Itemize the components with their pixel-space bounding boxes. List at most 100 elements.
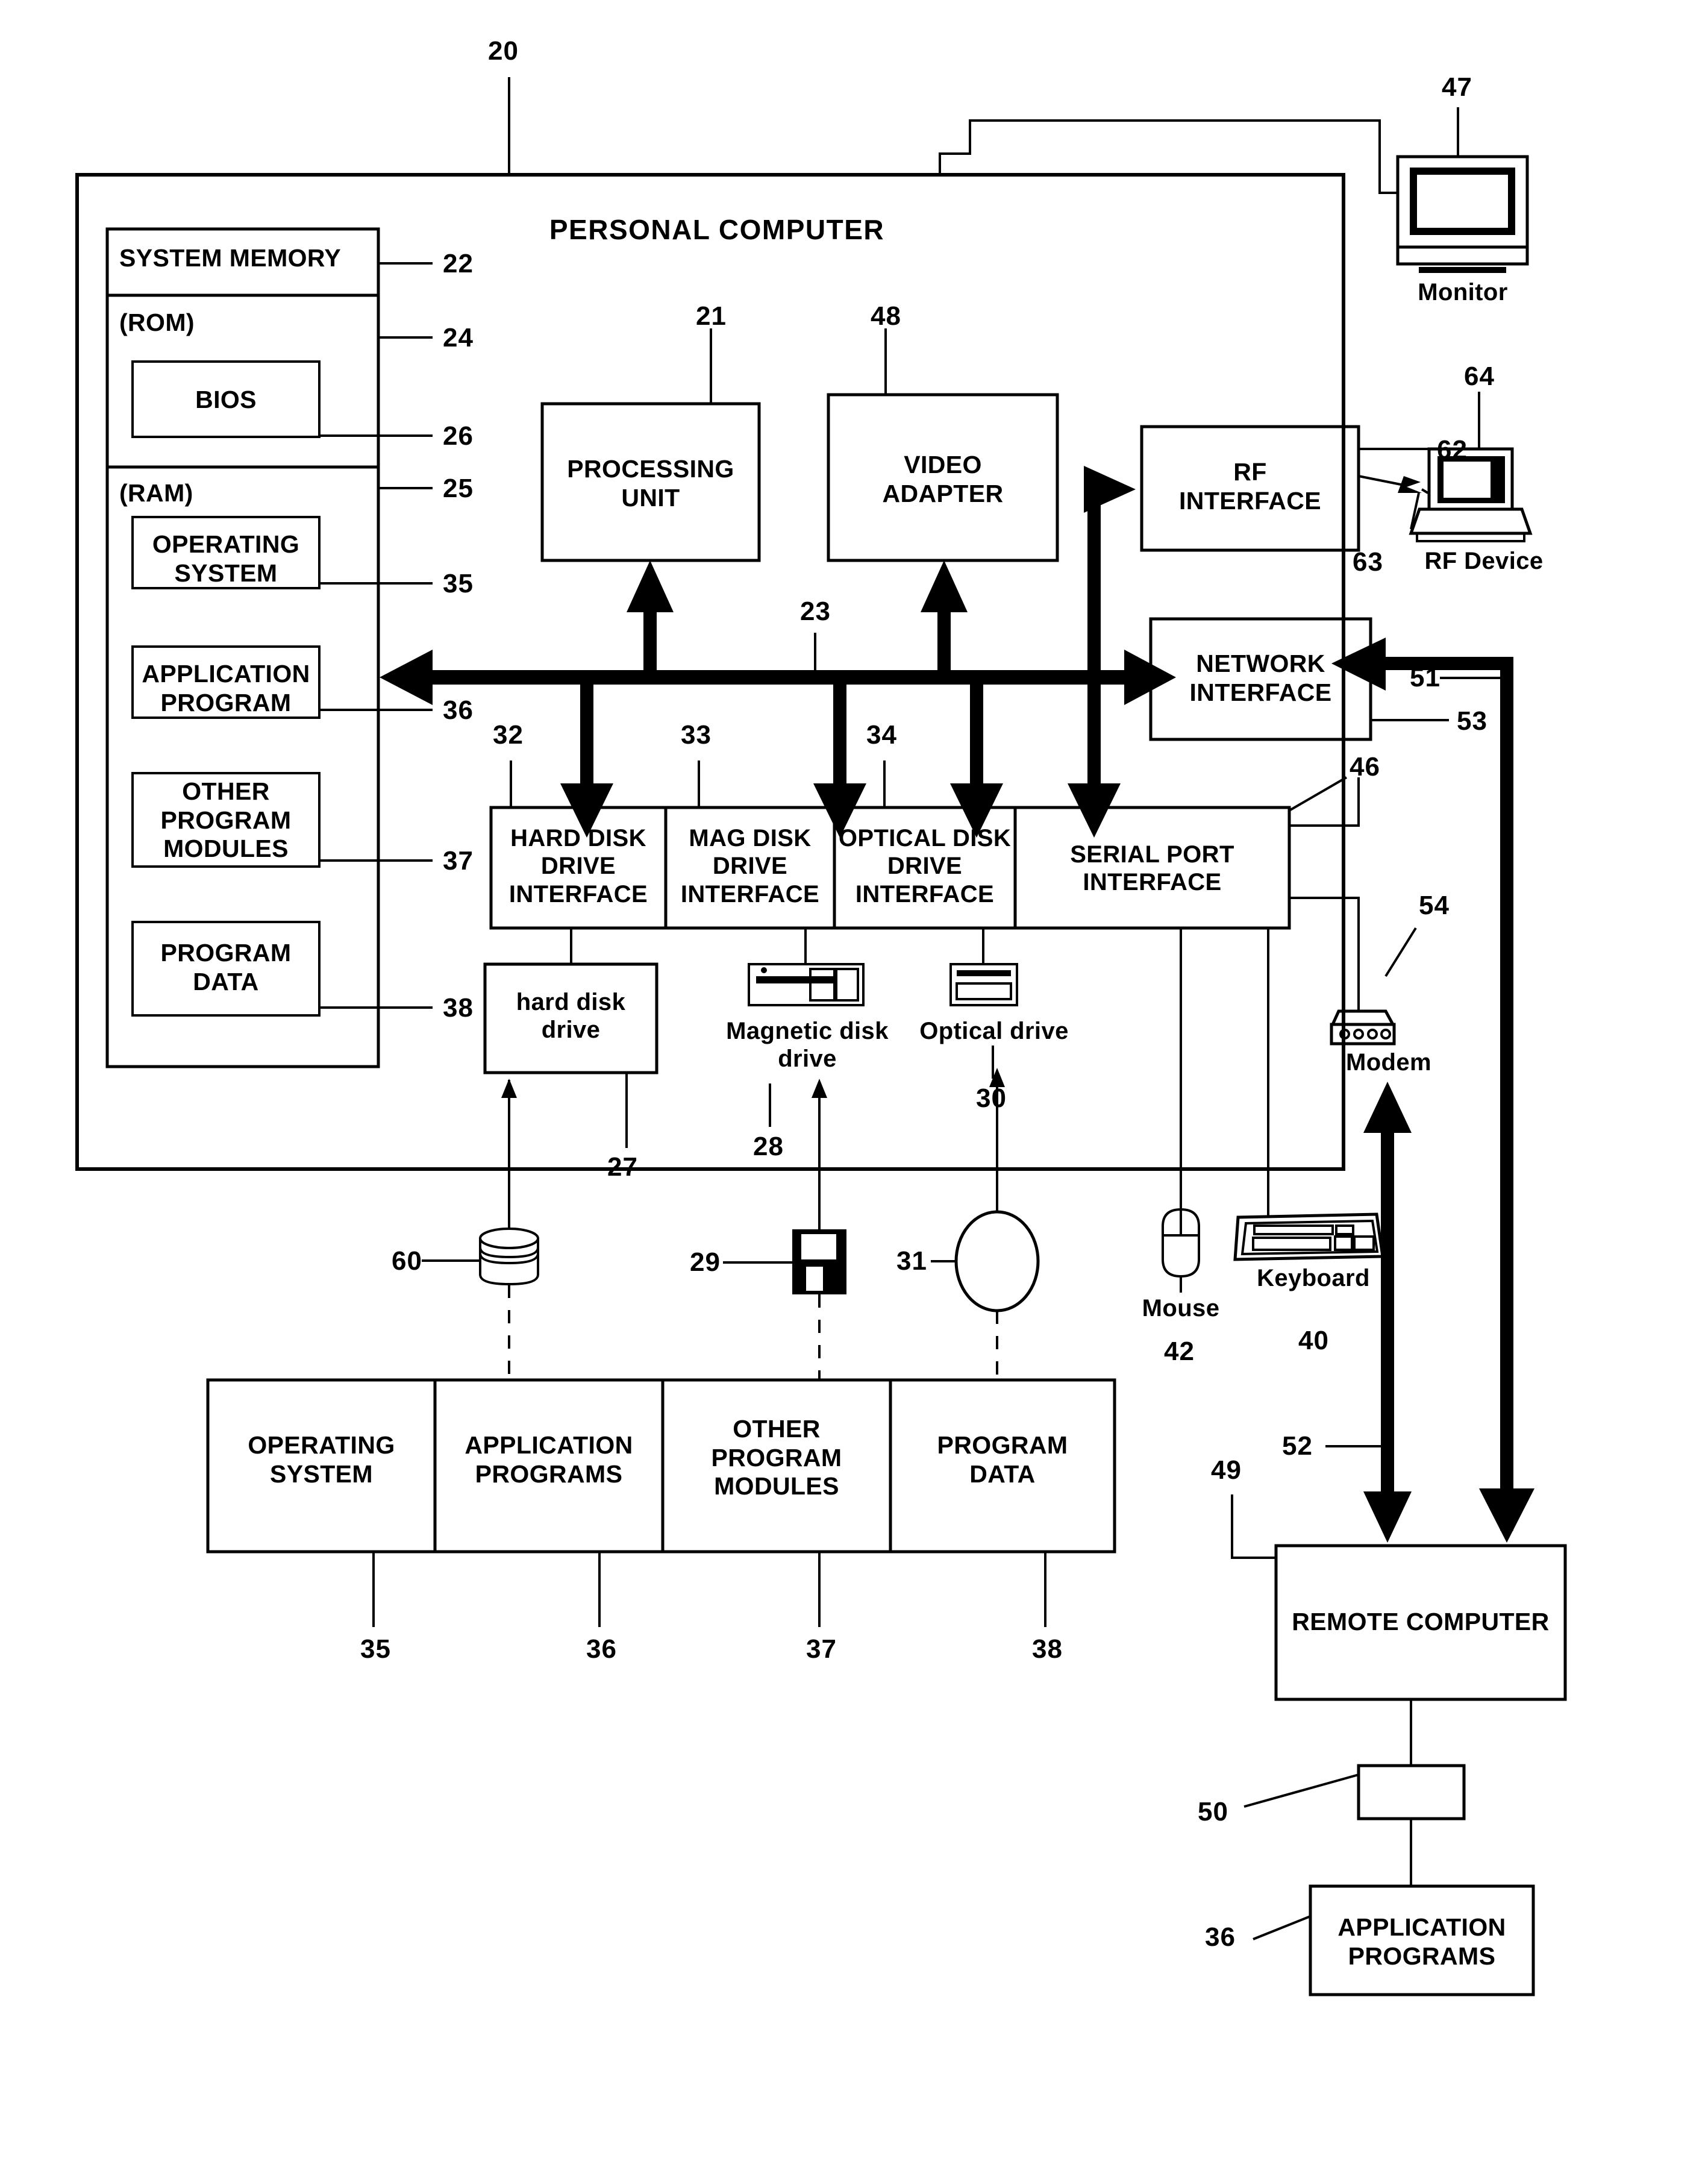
serial-to-outer [1289, 777, 1360, 827]
rf-link-lightning [1358, 475, 1429, 530]
hard-disk-drive-label: hard disk drive [516, 989, 626, 1044]
remote-computer-label: REMOTE COMPUTER [1292, 1608, 1550, 1635]
system-bus [380, 650, 1176, 705]
magnetic-disk-drive-icon [748, 963, 865, 1006]
mag-disk-interface-label: MAG DISK DRIVE INTERFACE [680, 825, 820, 908]
monitor-icon [1396, 155, 1529, 273]
ref-lead-46 [1288, 776, 1348, 812]
rom-label: (ROM) [119, 309, 195, 336]
modem-icon [1330, 1009, 1396, 1046]
bus-branch-hdd [560, 677, 613, 838]
ref-lead-50 [1243, 1773, 1359, 1808]
system-memory-label: SYSTEM MEMORY [119, 244, 342, 272]
ref-number-36-remote: 36 [1205, 1922, 1236, 1952]
hard-disk-interface-label: HARD DISK DRIVE INTERFACE [508, 825, 648, 908]
ref-number-28: 28 [753, 1132, 784, 1161]
rf-device-label: RF Device [1424, 548, 1544, 574]
ref-number-36-storage: 36 [586, 1634, 617, 1664]
storage-block-label-1: APPLICATION PROGRAMS [465, 1431, 633, 1488]
bus-branch-serialport [1068, 685, 1121, 838]
bios-label: BIOS [195, 386, 257, 413]
ref-lead-49 [1231, 1494, 1276, 1559]
bus-branch-cpu [627, 560, 674, 677]
hdd-media-arrowhead [501, 1079, 517, 1098]
ref-number-24: 24 [443, 323, 474, 353]
ref-number-26: 26 [443, 421, 474, 451]
storage-block-label-0: OPERATING SYSTEM [248, 1431, 395, 1488]
ref-number-35-storage: 35 [360, 1634, 391, 1664]
bus-branch-network [1087, 670, 1101, 682]
magnetic-disk-drive-label: Magnetic disk drive [726, 1018, 889, 1073]
processing-unit-label: PROCESSING UNIT [567, 455, 734, 512]
storage-block-label-2: OTHER PROGRAM MODULES [711, 1415, 842, 1500]
rf-interface-label: RF INTERFACE [1179, 458, 1321, 515]
video-adapter-label: VIDEO ADAPTER [882, 451, 1004, 507]
mouse-icon [1162, 1208, 1200, 1293]
ref-number-23: 23 [800, 597, 831, 626]
ref-lead-remote-36 [1253, 1915, 1311, 1940]
ref-number-37-mem: 37 [443, 846, 474, 876]
remote-apps-label: APPLICATION PROGRAMS [1337, 1913, 1506, 1970]
optical-disk-interface-label: OPTICAL DISK DRIVE INTERFACE [838, 825, 1012, 908]
ref-number-29: 29 [690, 1247, 721, 1277]
serial-port-interface-label: SERIAL PORT INTERFACE [1070, 841, 1234, 896]
ref-number-49: 49 [1211, 1455, 1242, 1485]
floppy-media-arrowhead [812, 1079, 827, 1098]
lan-connection-52 [1363, 1082, 1412, 1543]
ref-number-42: 42 [1164, 1337, 1195, 1366]
keyboard-icon [1233, 1212, 1384, 1261]
bus-branch-rf [1084, 466, 1136, 677]
ref-number-52: 52 [1282, 1431, 1313, 1461]
modem-cable [1289, 897, 1360, 1012]
patent-figure: 20 PERSONAL COMPUTER SYSTEM MEMORY 22 (R… [0, 0, 1708, 2173]
ram-block-label-3: PROGRAM DATA [160, 939, 292, 996]
optical-drive-label: Optical drive [919, 1018, 1069, 1044]
ref-number-25: 25 [443, 474, 474, 503]
ref-number-34: 34 [866, 720, 897, 750]
ref-number-50: 50 [1198, 1797, 1228, 1827]
ref-number-54: 54 [1419, 891, 1450, 920]
rf-device-icon [1409, 447, 1533, 542]
ref-number-33: 33 [681, 720, 712, 750]
ref-number-36-mem: 36 [443, 695, 474, 725]
ref-number-48: 48 [871, 301, 901, 331]
ref-number-47: 47 [1442, 72, 1472, 102]
monitor-cable [939, 119, 1398, 194]
bus-branch-video [921, 560, 968, 677]
ref-number-20: 20 [488, 36, 519, 66]
ref-number-30: 30 [976, 1083, 1007, 1113]
ref-number-64: 64 [1464, 362, 1495, 391]
ref-number-60: 60 [392, 1246, 422, 1276]
ref-number-27: 27 [607, 1152, 638, 1182]
ram-block-label-2: OTHER PROGRAM MODULES [160, 777, 292, 863]
ref-number-53: 53 [1457, 706, 1487, 736]
ref-number-35-mem: 35 [443, 569, 474, 598]
ref-number-37-storage: 37 [806, 1634, 837, 1664]
ref-number-22: 22 [443, 249, 474, 278]
ref-number-40: 40 [1298, 1326, 1329, 1355]
ram-label: (RAM) [119, 479, 193, 507]
storage-block-label-3: PROGRAM DATA [937, 1431, 1068, 1488]
mouse-label: Mouse [1142, 1295, 1220, 1322]
ref-number-46: 46 [1350, 752, 1380, 782]
bus-branch-optdisk [950, 677, 1003, 838]
ref-number-31: 31 [896, 1246, 927, 1276]
hard-disk-platter-icon [479, 1228, 539, 1286]
ram-block-label-1: APPLICATION PROGRAM [142, 660, 310, 716]
bus-branch-magdisk [813, 677, 866, 838]
monitor-label: Monitor [1418, 279, 1508, 306]
ref-number-32: 32 [493, 720, 524, 750]
remote-memory-box [1357, 1764, 1466, 1820]
ref-number-62: 62 [1437, 435, 1468, 465]
optical-disc-icon [954, 1210, 1040, 1312]
network-interface-label: NETWORK INTERFACE [1189, 650, 1332, 706]
ref-lead-54 [1384, 927, 1417, 977]
ram-block-label-0: OPERATING SYSTEM [152, 530, 300, 587]
ref-number-38-storage: 38 [1032, 1634, 1063, 1664]
ref-number-51: 51 [1410, 663, 1441, 692]
modem-label: Modem [1346, 1049, 1431, 1076]
optical-drive-icon [949, 963, 1018, 1006]
ref-number-38-mem: 38 [443, 993, 474, 1023]
keyboard-label: Keyboard [1257, 1265, 1370, 1291]
floppy-disk-icon [792, 1229, 846, 1294]
